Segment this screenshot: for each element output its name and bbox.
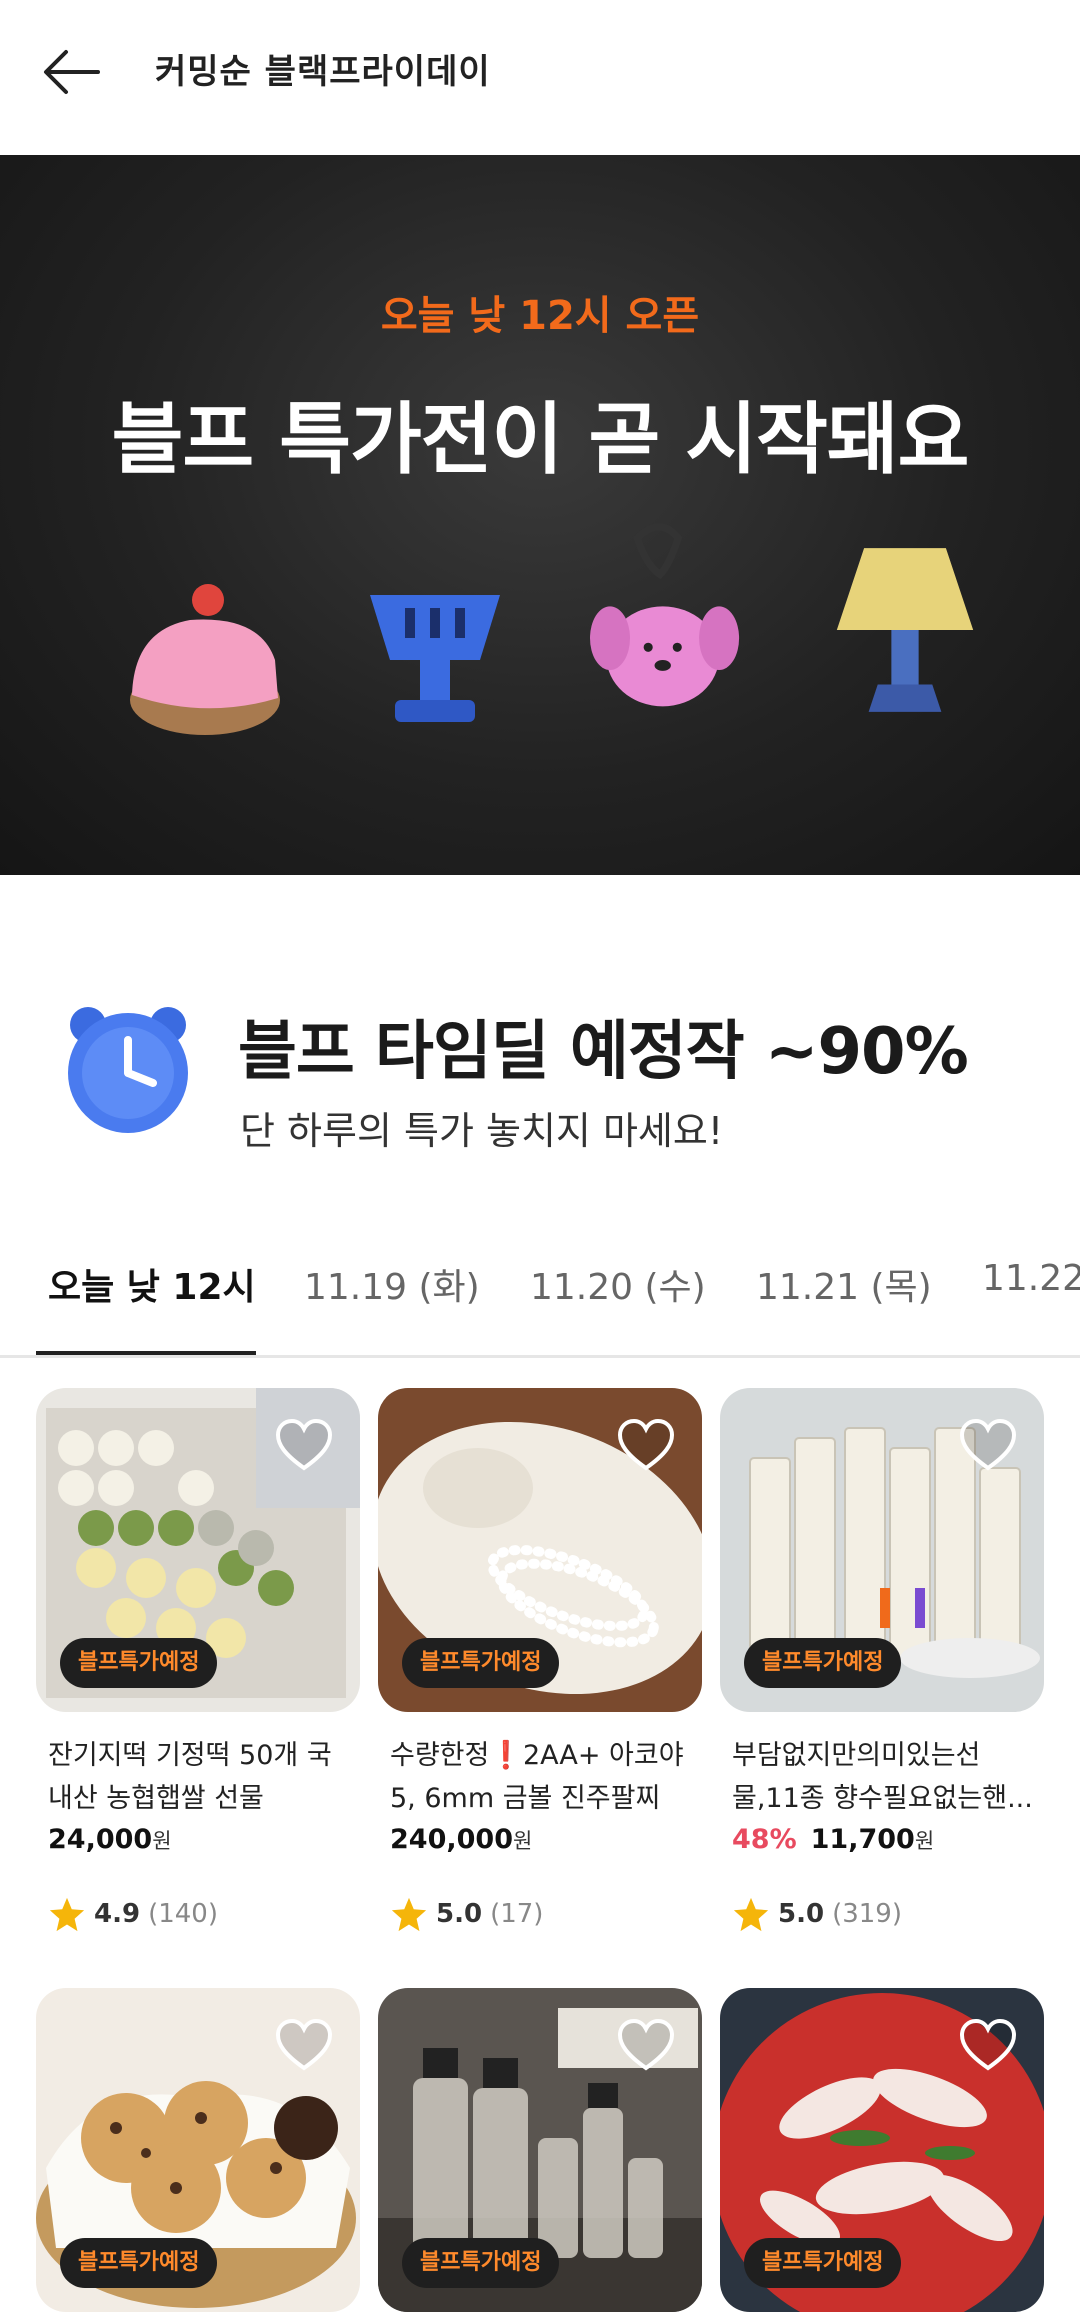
product-image[interactable]: 블프특가예정 [36,1988,360,2312]
heart-icon[interactable] [274,1416,334,1476]
banner-subtitle: 오늘 낮 12시 오픈 [380,293,700,339]
back-button[interactable] [36,36,108,108]
promo-banner[interactable]: 오늘 낮 12시 오픈 블프 특가전이 곧 시작돼요 [0,155,1080,875]
product-image[interactable]: 블프특가예정 [378,1388,702,1712]
tab-11-22[interactable]: 11.22 [982,1258,1080,1299]
banner-title: 블프 특가전이 곧 시작돼요 [111,395,970,485]
presale-badge: 블프특가예정 [744,1638,902,1688]
time-deal-section: 블프 타임딜 예정작 ~90% 단 하루의 특가 놓치지 마세요! [0,960,1080,1180]
product-image[interactable]: 블프특가예정 [378,1988,702,2312]
presale-badge: 블프특가예정 [402,2238,560,2288]
active-tab-indicator [36,1351,256,1355]
heart-icon[interactable] [616,1416,676,1476]
section-description: 단 하루의 특가 놓치지 마세요! [240,1109,724,1153]
product-price: 48% 11,700원 [720,1824,1044,1855]
top-app-bar: 커밍순 블랙프라이데이 [0,0,1080,155]
heart-icon[interactable] [958,2016,1018,2076]
product-rating: 4.9 (140) [36,1895,360,1933]
rating-score: 5.0 [778,1899,825,1929]
review-count: (319) [832,1899,902,1929]
product-image[interactable]: 블프특가예정 [720,1988,1044,2312]
product-price: 240,000원 [378,1824,702,1855]
product-name[interactable]: 수량한정❗2AA+ 아코야 5, 6mm 금볼 진주팔찌 [378,1734,702,1820]
price-currency: 원 [152,1829,172,1853]
star-icon [391,1897,427,1932]
star-icon [733,1897,769,1932]
product-card[interactable]: 블프특가예정 [720,1988,1044,2312]
plush-dog-icon [590,523,740,707]
presale-badge: 블프특가예정 [402,1638,560,1688]
product-card[interactable]: 블프특가예정 [36,1988,360,2312]
product-rating: 5.0 (319) [720,1895,1044,1933]
heart-icon[interactable] [958,1416,1018,1476]
heart-icon[interactable] [274,2016,334,2076]
review-count: (17) [490,1899,544,1929]
price-currency: 원 [914,1829,935,1853]
heart-icon[interactable] [616,2016,676,2076]
tab-11-21[interactable]: 11.21 (목) [756,1258,932,1310]
rating-score: 4.9 [94,1899,141,1929]
product-card[interactable]: 블프특가예정 잔기지떡 기정떡 50개 국내산 농협햅쌀 선물 24,000원 … [36,1388,360,1933]
cake-icon [130,584,280,735]
date-tabs: 오늘 낮 12시 11.19 (화) 11.20 (수) 11.21 (목) 1… [0,1228,1080,1358]
price-value: 240,000 [390,1824,513,1855]
presale-badge: 블프특가예정 [60,2238,218,2288]
cup-icon [370,595,500,722]
product-image[interactable]: 블프특가예정 [36,1388,360,1712]
product-name[interactable]: 부담없지만의미있는선물,11종 향수필요없는핸... [720,1734,1044,1820]
review-count: (140) [148,1899,218,1929]
product-name[interactable]: 잔기지떡 기정떡 50개 국내산 농협햅쌀 선물 [36,1734,360,1820]
product-card[interactable]: 블프특가예정 부담없지만의미있는선물,11종 향수필요없는핸... 48% 11,… [720,1388,1044,1933]
banner-illustrations [0,523,1080,810]
tab-today-noon[interactable]: 오늘 낮 12시 [48,1258,256,1310]
product-rating: 5.0 (17) [378,1895,702,1933]
star-icon [49,1897,85,1932]
product-price: 24,000원 [36,1824,360,1855]
price-value: 11,700 [810,1824,915,1855]
product-card[interactable]: 블프특가예정 [378,1988,702,2312]
section-title: 블프 타임딜 예정작 ~90% [238,1015,969,1089]
alarm-clock-icon [68,1007,188,1133]
presale-badge: 블프특가예정 [60,1638,218,1688]
arrow-left-icon [44,50,100,94]
price-currency: 원 [512,1829,533,1853]
presale-badge: 블프특가예정 [744,2238,902,2288]
rating-score: 5.0 [436,1899,483,1929]
product-card[interactable]: 블프특가예정 수량한정❗2AA+ 아코야 5, 6mm 금볼 진주팔찌 240,… [378,1388,702,1933]
product-image[interactable]: 블프특가예정 [720,1388,1044,1712]
tab-11-20[interactable]: 11.20 (수) [530,1258,706,1310]
lamp-icon [836,548,974,712]
discount-rate: 48% [732,1824,797,1855]
tab-11-19[interactable]: 11.19 (화) [304,1258,480,1310]
page-title: 커밍순 블랙프라이데이 [155,52,491,92]
price-value: 24,000 [48,1824,153,1855]
